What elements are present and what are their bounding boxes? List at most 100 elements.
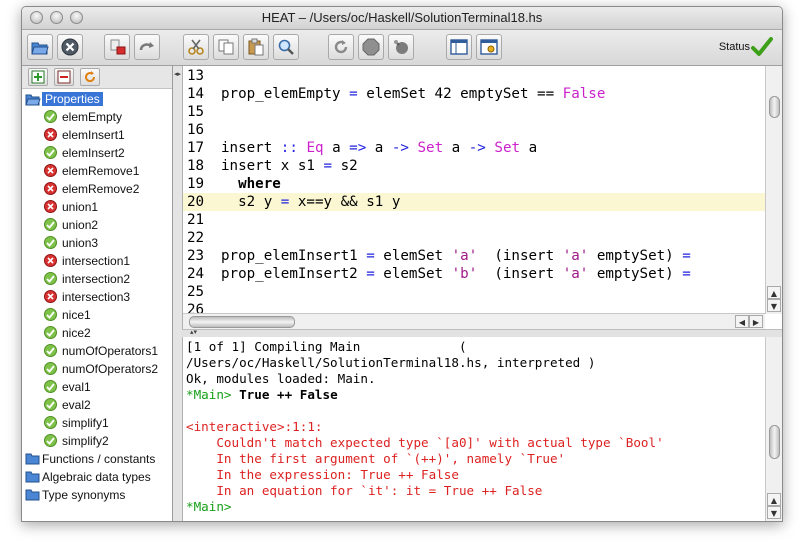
code-line[interactable]: 15 [183,103,765,121]
redo-button[interactable] [134,34,160,60]
console-scroll-up-arrow[interactable]: ▲ [767,493,781,506]
folder-icon [25,470,40,486]
console-scroll-thumb[interactable] [769,425,780,459]
property-label: nice1 [62,308,91,322]
property-item[interactable]: elemEmpty [22,108,172,126]
property-item[interactable]: nice1 [22,306,172,324]
reload-button[interactable] [328,34,354,60]
failed-error-icon [44,164,57,177]
code-line[interactable]: 23 prop_elemInsert1 = elemSet 'a' (insert… [183,247,765,265]
divider-arrow-icon[interactable]: ▴▾ [190,329,197,336]
code-token: Set [494,140,521,156]
folder-icon [25,488,40,504]
copy-button[interactable] [213,34,239,60]
code-token: => [349,140,367,156]
code-token: = [366,248,375,264]
property-item[interactable]: nice2 [22,324,172,342]
editor-vertical-scrollbar[interactable]: ▲ ▼ [765,66,782,314]
editor-hscroll-thumb[interactable] [189,316,295,328]
ghci-console[interactable]: [1 of 1] Compiling Main (/Users/oc/Haske… [182,337,782,521]
code-token: (insert [477,248,563,264]
code-token: Set [417,140,444,156]
remove-test-button[interactable] [54,68,74,86]
tree-group[interactable]: Functions / constants [22,450,172,468]
editor-scroll-thumb[interactable] [769,96,780,118]
interrupt-button[interactable] [388,34,414,60]
property-item[interactable]: elemRemove1 [22,162,172,180]
console-output[interactable]: [1 of 1] Compiling Main (/Users/oc/Haske… [186,339,761,515]
property-item[interactable]: numOfOperators1 [22,342,172,360]
line-number: 22 [187,230,205,246]
scroll-right-arrow[interactable]: ▶ [749,315,763,328]
code-line[interactable]: 16 [183,121,765,139]
stop-run-button[interactable] [104,34,130,60]
property-item[interactable]: simplify1 [22,414,172,432]
property-item[interactable]: union2 [22,216,172,234]
code-line[interactable]: 14 prop_elemEmpty = elemSet 42 emptySet =… [183,85,765,103]
code-line[interactable]: 22 [183,229,765,247]
property-item[interactable]: union1 [22,198,172,216]
code-line[interactable]: 20 s2 y = x==y && s1 y [183,193,765,211]
open-button[interactable] [27,34,53,60]
cut-icon [188,39,204,55]
line-number: 19 [187,176,205,192]
property-label: elemInsert1 [62,128,125,142]
property-item[interactable]: eval2 [22,396,172,414]
property-item[interactable]: intersection3 [22,288,172,306]
pane-splitter[interactable]: ◂▸ [173,66,182,521]
property-item[interactable]: elemInsert1 [22,126,172,144]
code-line[interactable]: 25 [183,283,765,301]
tree-group-label: Functions / constants [42,452,156,466]
scroll-down-arrow[interactable]: ▼ [767,299,781,312]
code-line[interactable]: 18 insert x s1 = s2 [183,157,765,175]
scroll-up-arrow[interactable]: ▲ [767,286,781,299]
code-token: -> [391,140,409,156]
failed-error-icon [44,200,57,213]
close-file-button[interactable] [57,34,83,60]
property-item[interactable]: simplify2 [22,432,172,450]
property-item[interactable]: eval1 [22,378,172,396]
console-vertical-scrollbar[interactable]: ▲ ▼ [765,337,782,521]
status-label: Status [718,41,750,53]
console-scroll-down-arrow[interactable]: ▼ [767,506,781,519]
options-button[interactable] [476,34,502,60]
code-line[interactable]: 24 prop_elemInsert2 = elemSet 'b' (insert… [183,265,765,283]
code-line[interactable]: 13 [183,67,765,85]
code-token: emptySet) [588,266,683,282]
add-test-button[interactable] [28,68,48,86]
property-label: eval2 [62,398,91,412]
property-item[interactable]: union3 [22,234,172,252]
scroll-left-arrow[interactable]: ◀ [735,315,749,328]
sidebar-toolbar [22,66,172,89]
property-item[interactable]: intersection1 [22,252,172,270]
tree-group[interactable]: Algebraic data types [22,468,172,486]
code-line[interactable]: 19 where [183,175,765,193]
cut-button[interactable] [183,34,209,60]
tree-group[interactable]: Type synonyms [22,486,172,504]
failed-error-icon [44,182,57,195]
splitter-arrow-icon[interactable]: ◂▸ [174,70,181,78]
code-editor[interactable]: 13 14 prop_elemEmpty = elemSet 42 emptySet… [182,66,782,329]
tree-node-properties[interactable]: Properties [22,90,172,108]
stop-button[interactable] [358,34,384,60]
property-item[interactable]: elemInsert2 [22,144,172,162]
search-button[interactable] [273,34,299,60]
property-item[interactable]: numOfOperators2 [22,360,172,378]
refresh-tests-button[interactable] [80,68,100,86]
console-line: Ok, modules loaded: Main. [186,371,761,387]
property-label: simplify1 [62,416,109,430]
property-item[interactable]: elemRemove2 [22,180,172,198]
tree-group-label: Type synonyms [42,488,126,502]
code-line[interactable]: 21 [183,211,765,229]
code-line[interactable]: 17 insert :: Eq a => a -> Set a -> Set a [183,139,765,157]
code-area[interactable]: 13 14 prop_elemEmpty = elemSet 42 emptySet… [183,66,765,314]
property-item[interactable]: intersection2 [22,270,172,288]
property-label: simplify2 [62,434,109,448]
console-text: In the first argument of `(++)', namely … [186,451,566,466]
paste-button[interactable] [243,34,269,60]
property-tree: Properties elemEmpty elemInsert1 elemInsert… [22,90,172,504]
editor-horizontal-scrollbar[interactable]: ◀ ▶ [183,313,765,329]
console-text: In the expression: True ++ False [186,467,459,482]
code-token: insert x s1 [221,158,324,174]
layout-button[interactable] [446,34,472,60]
